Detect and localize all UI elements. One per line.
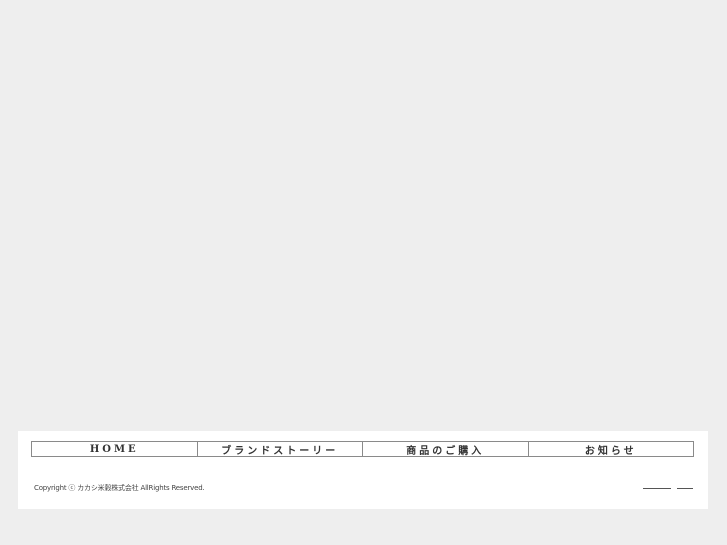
nav-item-home[interactable]: HOME [32, 442, 198, 456]
nav-item-brand-story[interactable]: ブランドストーリー [198, 442, 363, 457]
social-link-icon[interactable] [643, 488, 671, 489]
footer-nav: HOME ブランドストーリー 商品のご購入 お知らせ [31, 441, 694, 457]
nav-item-shop[interactable]: 商品のご購入 [363, 442, 529, 457]
nav-item-news[interactable]: お知らせ [529, 442, 694, 457]
site-footer: HOME ブランドストーリー 商品のご購入 お知らせ Copyright ⓒ カ… [18, 431, 708, 509]
social-link-icon[interactable] [677, 488, 693, 489]
copyright-text: Copyright ⓒ カカシ米穀株式会社 AllRights Reserved… [34, 484, 205, 492]
